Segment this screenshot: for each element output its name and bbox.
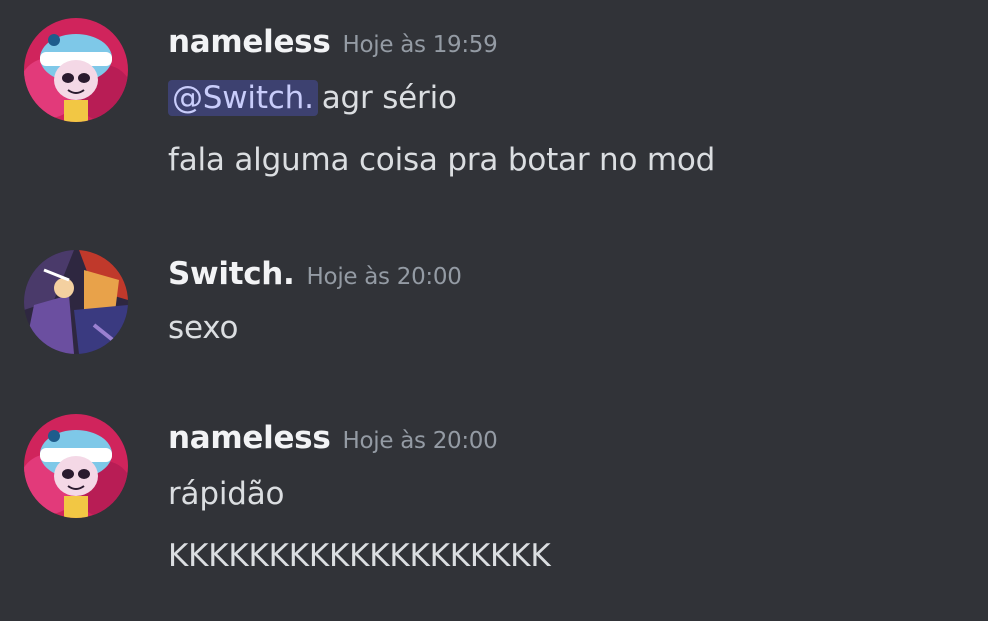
- timestamp: Hoje às 19:59: [342, 32, 498, 58]
- avatar[interactable]: [24, 250, 128, 354]
- message-line: fala alguma coisa pra botar no mod: [168, 142, 716, 178]
- message-line: KKKKKKKKKKKKKKKKKKK: [168, 538, 551, 574]
- username[interactable]: Switch.: [168, 256, 295, 292]
- avatar[interactable]: [24, 18, 128, 122]
- avatar[interactable]: [24, 414, 128, 518]
- username[interactable]: nameless: [168, 24, 331, 60]
- timestamp: Hoje às 20:00: [306, 264, 462, 290]
- message-line: sexo: [168, 310, 239, 346]
- user-mention[interactable]: @Switch.: [168, 80, 318, 116]
- message-line: @Switch. agr sério: [168, 80, 457, 116]
- message-header: Switch. Hoje às 20:00: [168, 256, 462, 296]
- message-header: nameless Hoje às 20:00: [168, 420, 498, 460]
- username[interactable]: nameless: [168, 420, 331, 456]
- message-text: agr sério: [321, 80, 457, 116]
- message-header: nameless Hoje às 19:59: [168, 24, 498, 64]
- message-line: rápidão: [168, 476, 285, 512]
- timestamp: Hoje às 20:00: [342, 428, 498, 454]
